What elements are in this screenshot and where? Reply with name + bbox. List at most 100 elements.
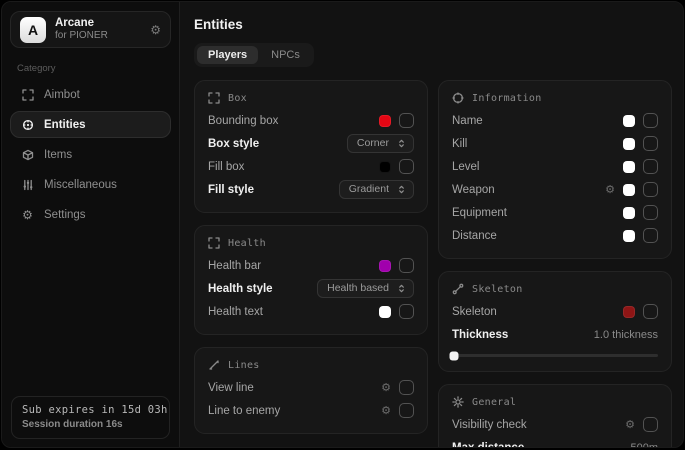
view-line-checkbox[interactable] — [399, 380, 414, 395]
equipment-color-swatch[interactable] — [623, 207, 635, 219]
name-color-swatch[interactable] — [623, 115, 635, 127]
health-panel-header: Health — [208, 237, 414, 249]
sidebar-item-settings[interactable]: ⚙ Settings — [10, 201, 171, 228]
line-to-enemy-row: Line to enemy ⚙ — [208, 399, 414, 422]
box-panel-header: Box — [208, 92, 414, 104]
health-text-checkbox[interactable] — [399, 304, 414, 319]
right-column: Information Name Kill — [438, 80, 672, 447]
subscription-card: Sub expires in 15d 03h Session duration … — [11, 396, 170, 439]
equipment-checkbox[interactable] — [643, 205, 658, 220]
sidebar-item-label: Entities — [44, 119, 86, 131]
sidebar-item-miscellaneous[interactable]: Miscellaneous — [10, 171, 171, 198]
bounding-box-label: Bounding box — [208, 115, 278, 127]
lines-panel-header: Lines — [208, 359, 414, 371]
health-style-dropdown[interactable]: Health based — [317, 279, 414, 298]
app-subtitle: for PIONER — [55, 30, 108, 43]
sidebar-item-items[interactable]: Items — [10, 141, 171, 168]
thickness-slider-thumb[interactable] — [450, 351, 459, 360]
left-column: Box Bounding box Box style Corner — [194, 80, 428, 434]
thickness-row: Thickness 1.0 thickness — [452, 323, 658, 346]
sidebar-item-aimbot[interactable]: Aimbot — [10, 81, 171, 108]
health-bar-checkbox[interactable] — [399, 258, 414, 273]
skeleton-label: Skeleton — [452, 306, 497, 318]
fill-box-label: Fill box — [208, 161, 244, 173]
page-title: Entities — [194, 17, 672, 32]
visibility-check-checkbox[interactable] — [643, 417, 658, 432]
kill-checkbox[interactable] — [643, 136, 658, 151]
fill-style-label: Fill style — [208, 184, 254, 196]
view-line-gear-icon[interactable]: ⚙ — [381, 382, 391, 393]
skeleton-color-swatch[interactable] — [623, 306, 635, 318]
category-label: Category — [17, 63, 164, 74]
general-panel: General Visibility check ⚙ Max distance … — [438, 384, 672, 447]
kill-row: Kill — [452, 132, 658, 155]
fill-style-row: Fill style Gradient — [208, 178, 414, 201]
radar-icon — [21, 118, 34, 131]
box-style-row: Box style Corner — [208, 132, 414, 155]
equipment-row: Equipment — [452, 201, 658, 224]
settings-gear-icon[interactable]: ⚙ — [150, 24, 161, 36]
health-bar-color-swatch[interactable] — [379, 260, 391, 272]
unfold-icon — [397, 138, 406, 149]
fill-box-row: Fill box — [208, 155, 414, 178]
weapon-row: Weapon ⚙ — [452, 178, 658, 201]
kill-color-swatch[interactable] — [623, 138, 635, 150]
line-to-enemy-label: Line to enemy — [208, 405, 280, 417]
sidebar-item-label: Settings — [44, 209, 86, 221]
sub-expiry-text: Sub expires in 15d 03h — [22, 404, 159, 416]
bounding-box-row: Bounding box — [208, 109, 414, 132]
visibility-check-label: Visibility check — [452, 419, 527, 431]
entity-tabs: Players NPCs — [194, 43, 314, 67]
visibility-check-row: Visibility check ⚙ — [452, 413, 658, 436]
health-text-label: Health text — [208, 306, 263, 318]
logo-card: A Arcane for PIONER ⚙ — [10, 11, 171, 48]
distance-checkbox[interactable] — [643, 228, 658, 243]
fill-box-checkbox[interactable] — [399, 159, 414, 174]
max-distance-row: Max distance 500m — [452, 436, 658, 447]
package-icon — [21, 148, 34, 161]
box-panel: Box Bounding box Box style Corner — [194, 80, 428, 213]
thickness-label: Thickness — [452, 329, 508, 341]
skeleton-panel-header: Skeleton — [452, 283, 658, 295]
sidebar: A Arcane for PIONER ⚙ Category Aimbot En… — [2, 2, 180, 447]
thickness-slider[interactable] — [452, 354, 658, 357]
tab-npcs[interactable]: NPCs — [260, 46, 311, 64]
sliders-icon — [21, 178, 34, 191]
level-row: Level — [452, 155, 658, 178]
view-line-row: View line ⚙ — [208, 376, 414, 399]
health-text-row: Health text — [208, 300, 414, 323]
fill-style-dropdown[interactable]: Gradient — [339, 180, 414, 199]
bounding-box-color-swatch[interactable] — [379, 115, 391, 127]
skeleton-toggle-row: Skeleton — [452, 300, 658, 323]
visibility-check-gear-icon[interactable]: ⚙ — [625, 419, 635, 430]
skeleton-checkbox[interactable] — [643, 304, 658, 319]
line-to-enemy-gear-icon[interactable]: ⚙ — [381, 405, 391, 416]
bounding-box-checkbox[interactable] — [399, 113, 414, 128]
scan-brackets-icon — [208, 92, 220, 104]
app-logo: A — [20, 17, 46, 43]
health-text-color-swatch[interactable] — [379, 306, 391, 318]
scan-brackets-icon — [208, 237, 220, 249]
box-style-dropdown[interactable]: Corner — [347, 134, 414, 153]
line-to-enemy-checkbox[interactable] — [399, 403, 414, 418]
lines-panel: Lines View line ⚙ Line to enemy ⚙ — [194, 347, 428, 434]
distance-color-swatch[interactable] — [623, 230, 635, 242]
tab-players[interactable]: Players — [197, 46, 258, 64]
sidebar-item-label: Aimbot — [44, 89, 80, 101]
main-content: Entities Players NPCs Box Bounding box — [180, 2, 683, 447]
sidebar-item-label: Items — [44, 149, 72, 161]
name-checkbox[interactable] — [643, 113, 658, 128]
weapon-color-swatch[interactable] — [623, 184, 635, 196]
fill-box-color-swatch[interactable] — [379, 161, 391, 173]
crosshair-frame-icon — [21, 88, 34, 101]
level-color-swatch[interactable] — [623, 161, 635, 173]
arcane-window: A Arcane for PIONER ⚙ Category Aimbot En… — [1, 1, 684, 448]
weapon-gear-icon[interactable]: ⚙ — [605, 184, 615, 195]
distance-row: Distance — [452, 224, 658, 247]
general-panel-header: General — [452, 396, 658, 408]
weapon-checkbox[interactable] — [643, 182, 658, 197]
box-style-label: Box style — [208, 138, 259, 150]
information-icon — [452, 92, 464, 104]
level-checkbox[interactable] — [643, 159, 658, 174]
sidebar-item-entities[interactable]: Entities — [10, 111, 171, 138]
